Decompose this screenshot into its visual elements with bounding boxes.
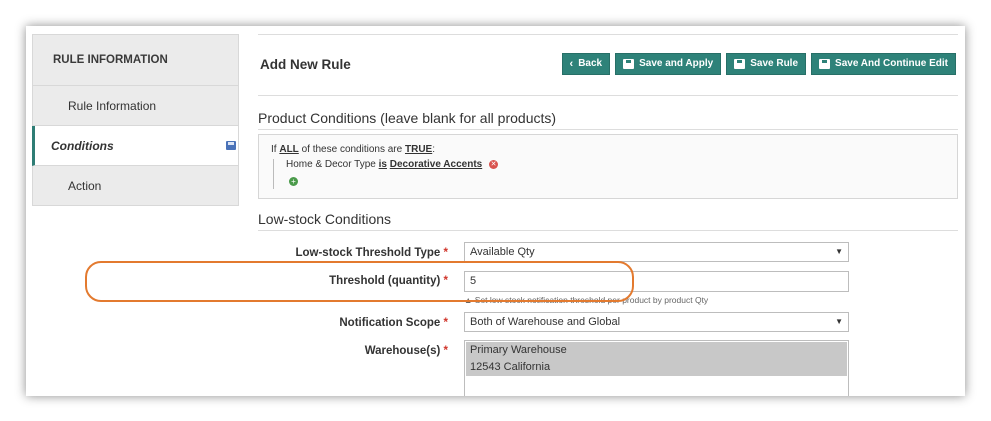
conditions-prefix: If <box>271 144 277 155</box>
notification-scope-label-text: Notification Scope <box>339 317 441 329</box>
warehouses-label-text: Warehouse(s) <box>364 345 441 357</box>
conditions-aggregator-line: If ALL of these conditions are TRUE: <box>271 144 435 155</box>
aggregator-chooser[interactable]: ALL <box>279 144 298 155</box>
condition-attribute: Home & Decor Type <box>286 159 376 170</box>
dropdown-arrow-icon: ▼ <box>835 317 843 326</box>
save-and-continue-button[interactable]: Save And Continue Edit <box>811 53 956 75</box>
highlight-annotation <box>85 261 634 302</box>
sidebar-item-rule-information[interactable]: Rule Information <box>32 86 239 126</box>
conditions-suffix: : <box>432 144 435 155</box>
chevron-left-icon: ‹ <box>569 58 574 70</box>
page-title: Add New Rule <box>260 57 351 72</box>
required-mark: * <box>443 345 448 357</box>
main-content: Add New Rule ‹ Back Save and Apply Save … <box>258 34 958 396</box>
warehouses-multiselect[interactable]: Primary Warehouse 12543 California <box>464 340 849 396</box>
sidebar-item-conditions[interactable]: Conditions <box>32 126 239 166</box>
sidebar: RULE INFORMATION Rule Information Condit… <box>32 34 239 206</box>
notification-scope-select[interactable]: Both of Warehouse and Global ▼ <box>464 312 849 332</box>
threshold-type-label: Low-stock Threshold Type * <box>295 247 448 259</box>
save-rule-button[interactable]: Save Rule <box>726 53 807 75</box>
condition-item: Home & Decor Type is Decorative Accents … <box>273 159 498 189</box>
save-icon <box>623 59 635 69</box>
sidebar-item-label: Rule Information <box>68 99 157 113</box>
conditions-tree: If ALL of these conditions are TRUE: Hom… <box>258 134 958 199</box>
changed-save-icon <box>226 141 236 150</box>
warehouses-label: Warehouse(s) * <box>365 345 448 357</box>
save-and-apply-button[interactable]: Save and Apply <box>615 53 722 75</box>
page-header: Add New Rule ‹ Back Save and Apply Save … <box>258 34 958 96</box>
low-stock-conditions-title: Low-stock Conditions <box>258 211 958 231</box>
sidebar-item-label: Action <box>68 179 102 193</box>
threshold-type-select[interactable]: Available Qty ▼ <box>464 242 849 262</box>
remove-condition-icon[interactable]: ✕ <box>489 159 498 169</box>
conditions-middle-text: of these conditions are <box>301 144 403 155</box>
condition-operator[interactable]: is <box>379 159 387 170</box>
back-button[interactable]: ‹ Back <box>561 53 611 75</box>
warehouse-option[interactable]: 12543 California <box>466 359 847 376</box>
required-mark: * <box>443 317 448 329</box>
notification-scope-label: Notification Scope * <box>339 317 448 329</box>
back-button-label: Back <box>578 58 603 69</box>
threshold-type-label-text: Low-stock Threshold Type <box>295 247 441 259</box>
save-icon <box>734 59 746 69</box>
warehouse-option[interactable]: Primary Warehouse <box>466 342 847 359</box>
save-and-continue-label: Save And Continue Edit <box>835 58 948 69</box>
add-condition-icon[interactable]: + <box>289 177 298 186</box>
sidebar-item-label: Conditions <box>51 139 114 153</box>
save-icon <box>819 59 831 69</box>
window-frame: RULE INFORMATION Rule Information Condit… <box>26 26 965 396</box>
notification-scope-value: Both of Warehouse and Global <box>470 316 621 328</box>
save-rule-label: Save Rule <box>750 58 799 69</box>
threshold-type-value: Available Qty <box>470 246 535 258</box>
dropdown-arrow-icon: ▼ <box>835 247 843 256</box>
required-mark: * <box>443 247 448 259</box>
notification-scope-row: Notification Scope * Both of Warehouse a… <box>258 312 958 340</box>
sidebar-header: RULE INFORMATION <box>32 34 239 86</box>
save-and-apply-label: Save and Apply <box>639 58 714 69</box>
warehouses-row: Warehouse(s) * Primary Warehouse 12543 C… <box>258 340 958 396</box>
condition-value[interactable]: Decorative Accents <box>390 159 482 170</box>
sidebar-item-action[interactable]: Action <box>32 166 239 206</box>
toolbar: ‹ Back Save and Apply Save Rule Save And… <box>561 53 956 75</box>
value-chooser[interactable]: TRUE <box>405 144 432 155</box>
product-conditions-title: Product Conditions (leave blank for all … <box>258 110 958 130</box>
